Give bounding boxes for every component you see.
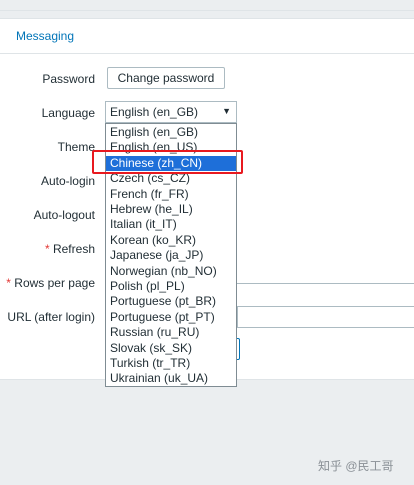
annotation-highlight-box (92, 150, 243, 174)
refresh-label: * Refresh (45, 242, 95, 256)
language-option[interactable]: Portuguese (pt_BR) (106, 294, 236, 309)
theme-label: Theme (57, 140, 95, 154)
language-option[interactable]: Italian (it_IT) (106, 217, 236, 232)
required-mark: * (6, 276, 11, 290)
url-label: URL (after login) (7, 310, 95, 324)
language-option[interactable]: Russian (ru_RU) (106, 325, 236, 340)
required-mark: * (44, 242, 50, 256)
change-password-button[interactable]: Change password (107, 67, 225, 89)
language-option[interactable]: Slovak (sk_SK) (106, 341, 236, 356)
language-select[interactable]: English (en_GB) ▼ (105, 101, 237, 123)
language-option[interactable]: Norwegian (nb_NO) (106, 264, 236, 279)
rows-per-page-label: * Rows per page (6, 276, 95, 290)
language-option[interactable]: Ukrainian (uk_UA) (106, 371, 236, 386)
language-select-value: English (en_GB) (110, 105, 199, 119)
tab-messaging[interactable]: Messaging (16, 29, 74, 43)
language-label: Language (41, 106, 95, 120)
language-option[interactable]: Polish (pl_PL) (106, 279, 236, 294)
autologin-label: Auto-login (40, 174, 95, 188)
language-option[interactable]: French (fr_FR) (106, 187, 236, 202)
language-option[interactable]: Turkish (tr_TR) (106, 356, 236, 371)
password-label: Password (42, 72, 95, 86)
url-input[interactable] (237, 306, 414, 328)
language-option[interactable]: Hebrew (he_IL) (106, 202, 236, 217)
language-option[interactable]: English (en_GB) (106, 125, 236, 140)
rows-per-page-label-text: Rows per page (14, 276, 95, 290)
rows-per-page-input[interactable] (237, 283, 414, 284)
language-option[interactable]: Japanese (ja_JP) (106, 248, 236, 263)
top-strip (0, 0, 414, 11)
dropdown-arrow-icon: ▼ (222, 106, 231, 116)
language-option[interactable]: Portuguese (pt_PT) (106, 310, 236, 325)
autologout-label: Auto-logout (33, 208, 95, 222)
refresh-label-text: Refresh (52, 242, 95, 256)
watermark: 知乎 @民工哥 (318, 459, 394, 473)
tab-bar: Messaging (0, 19, 414, 54)
language-option[interactable]: Korean (ko_KR) (106, 233, 236, 248)
